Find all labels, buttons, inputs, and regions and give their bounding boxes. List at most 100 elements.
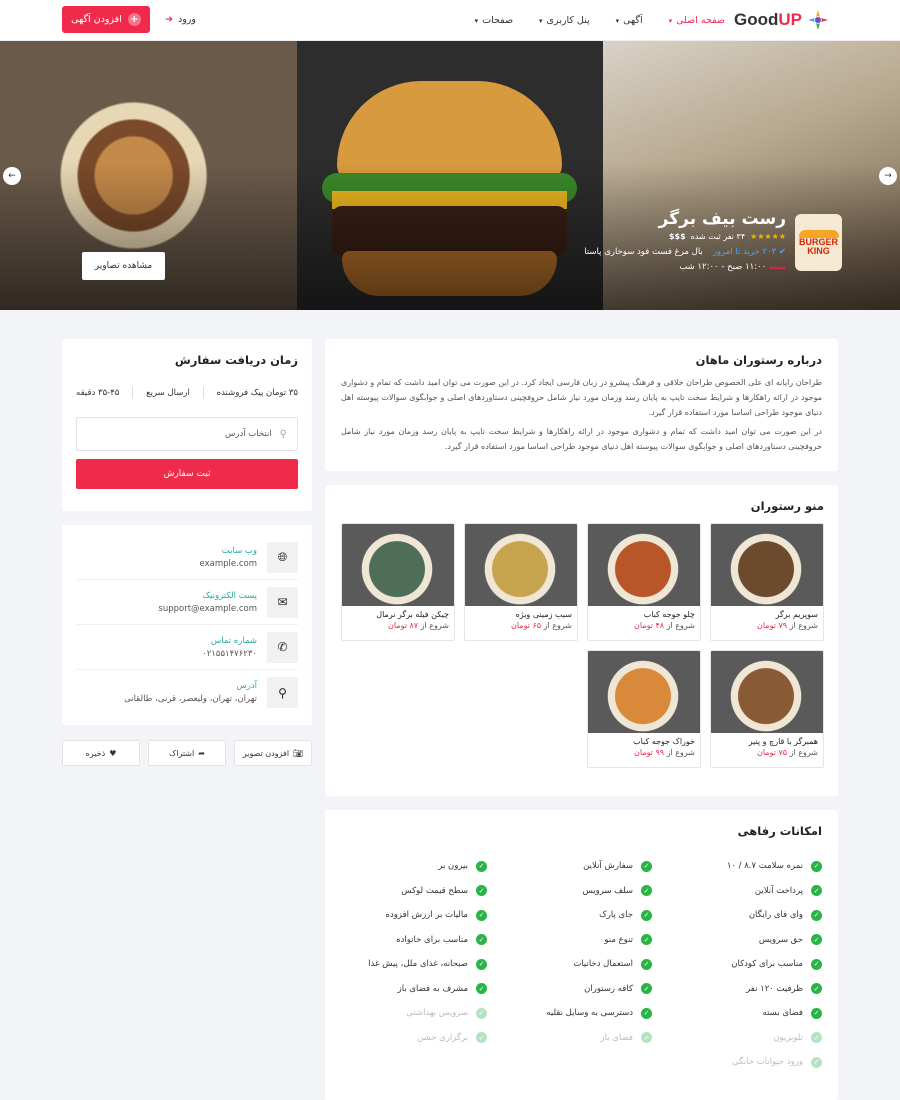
amenity-item: ✓ پرداخت آنلاین [652,879,822,904]
amenity-item: ✓ سفارش آنلاین [487,854,652,879]
listing-actions: 📷︎ افزودن تصویر ➦ اشتراک ♥ ذخیره [62,740,312,766]
delivery-options: ۳۵ تومان پیک فروشنده ارسال سریع ۳۵-۴۵ دق… [76,387,298,399]
check-circle-icon: ✓ [811,860,822,872]
check-circle-icon: ✓ [811,1007,822,1019]
contact-label: شماره تماس [210,635,257,646]
check-circle-icon: ✓ [476,860,487,872]
check-circle-icon: ✓ [641,885,652,897]
share-button[interactable]: ➦ اشتراک [148,740,226,766]
nav-item-listings[interactable]: آگهی ▾ [616,15,643,26]
amenity-item: ✓ حق سرویس [652,928,822,953]
hero-gallery: مشاهده تصاویر ← → BURGER KING رست بیف بر… [0,41,900,310]
menu-item-price: شروع از ۸۷ تومان [387,621,449,630]
nav-item-user-panel[interactable]: پنل کاربری ▾ [539,15,590,26]
amenity-item: ✓ فضای باز [487,1026,652,1051]
amenity-item: ✓ مناسب برای کودکان [652,952,822,977]
delivery-fee: ۳۵ تومان پیک فروشنده [216,388,298,398]
menu-item-price: شروع از ۶۵ تومان [510,621,572,630]
nav-item-home[interactable]: صفحه اصلی ▾ [669,15,725,26]
contact-card: 🌐︎ وب سایت example.com ✉ پست الکترونیک s… [62,525,312,725]
amenity-label: برگزاری جشن [417,1032,468,1043]
check-circle-icon: ✓ [811,958,822,970]
amenity-label: تلویزیون [773,1032,803,1043]
menu-item-name: سیب زمینی ویژه [515,610,572,619]
amenity-item: ✓ سلف سرویس [487,879,652,904]
amenity-label: استعمال دخانیات [573,959,633,970]
amenity-label: جای پارک [599,910,633,921]
envelope-icon: ✉ [267,586,298,618]
amenity-item: ✓ برگزاری جشن [337,1026,487,1051]
menu-item-image [465,524,577,606]
menu-item-image [711,651,823,733]
amenity-item: ✓ مناسب برای خانواده [337,928,487,953]
contact-value[interactable]: example.com [200,559,257,569]
slider-next-icon[interactable]: → [879,167,897,185]
amenity-label: مشرف به فضای باز [397,983,468,994]
restaurant-logo: BURGER KING [795,214,842,271]
slider-prev-icon[interactable]: ← [3,167,21,185]
logo[interactable]: GoodUP [734,8,830,32]
restaurant-info: رست بیف برگر ★★★★★ ۳۴ نفر ثبت شده $$$ ✔ … [466,209,786,272]
amenity-item: ✓ دسترسی به وسایل نقلیه [487,1001,652,1026]
amenity-item: ✓ کافه رستوران [487,977,652,1002]
contact-value[interactable]: ۰۲۱۵۵۱۴۷۶۲۳۰ [202,649,257,659]
star-rating-icon: ★★★★★ [750,232,786,241]
amenity-item: ✓ وای فای رایگان [652,903,822,928]
menu-item[interactable]: چیکن فیله برگر نرمال شروع از ۸۷ تومان [341,523,455,641]
submit-order-button[interactable]: ثبت سفارش [76,459,298,489]
amenity-label: صبحانه، غذای ملل، پیش غذا [368,959,468,970]
amenity-label: مناسب برای خانواده [396,934,468,945]
menu-grid: سوپریم برگر شروع از ۷۹ تومان چلو جوجه کب… [340,523,824,768]
fast-delivery-label: ارسال سریع [146,388,190,398]
menu-item-name: سوپریم برگر [775,610,818,619]
menu-item[interactable]: چلو جوجه کباب شروع از ۴۸ تومان [587,523,701,641]
address-select[interactable]: ⚲ انتخاب آدرس [76,417,298,451]
logo-text: GoodUP [733,10,802,29]
contact-row-email: ✉ پست الکترونیک support@example.com [76,580,298,625]
verified-icon: ✔ [778,247,786,257]
globe-icon: 🌐︎ [267,541,298,573]
add-photo-button[interactable]: 📷︎ افزودن تصویر [234,740,312,766]
check-circle-icon: ✓ [641,860,652,872]
restaurant-categories: بال مرغ فست فود سوخاری پاستا [584,247,703,257]
menu-item[interactable]: سوپریم برگر شروع از ۷۹ تومان [710,523,824,641]
amenities-title: امکانات رفاهی [737,824,822,838]
amenity-item: ✓ ورود حیوانات خانگی [652,1050,822,1075]
amenity-item: ✓ سرویس بهداشتی [337,1001,487,1026]
contact-label: وب سایت [221,545,257,556]
amenity-label: دسترسی به وسایل نقلیه [546,1008,633,1019]
menu-item-price: شروع از ۹۹ تومان [633,748,695,757]
delivery-time: ۳۵-۴۵ دقیقه [76,388,120,398]
contact-value: تهران، تهران، ولیعصر، قرنی، طالقانی [124,694,257,704]
chevron-down-icon: ▾ [668,16,673,25]
check-circle-icon: ✓ [811,1032,822,1044]
menu-item-name: چیکن فیله برگر نرمال [376,610,449,619]
view-photos-button[interactable]: مشاهده تصاویر [82,252,165,280]
add-listing-button[interactable]: + افزودن آگهی [62,6,150,33]
login-link[interactable]: ورود ➜ [165,14,196,25]
restaurant-name: رست بیف برگر [658,209,786,229]
top-header: GoodUP صفحه اصلی ▾ آگهی ▾ پنل کاربری ▾ صفحا… [0,0,900,41]
amenity-label: بیرون بر [438,861,468,872]
amenity-item: ✓ استعمال دخانیات [487,952,652,977]
contact-value[interactable]: support@example.com [158,604,257,614]
amenity-item: ✓ سطح قیمت لوکس [337,879,487,904]
opening-hours: بسته ۱۱:۰۰ صبح - ۱۲:۰۰ شب [466,262,786,272]
amenity-label: فضای باز [600,1032,633,1043]
menu-item-image [588,651,700,733]
amenity-label: تنوع منو [604,934,633,945]
nav-item-pages[interactable]: صفحات ▾ [475,15,513,26]
price-level: $$$ [668,232,686,241]
amenity-label: وای فای رایگان [748,910,803,921]
menu-item[interactable]: همبرگر با قارچ و پنیر شروع از ۷۵ تومان [710,650,824,768]
save-button[interactable]: ♥ ذخیره [62,740,140,766]
amenity-label: نمره سلامت ۸.۷ / ۱۰ [726,861,803,872]
address-placeholder: انتخاب آدرس [224,429,272,439]
closed-status: بسته [768,262,786,272]
menu-item-name: همبرگر با قارچ و پنیر [748,737,818,746]
logo-mark-icon [808,10,828,30]
menu-item[interactable]: سیب زمینی ویژه شروع از ۶۵ تومان [464,523,578,641]
menu-item[interactable]: خوراک جوجه کباب شروع از ۹۹ تومان [587,650,701,768]
amenity-label: پرداخت آنلاین [754,885,803,896]
map-pin-icon: ⚲ [267,677,298,708]
